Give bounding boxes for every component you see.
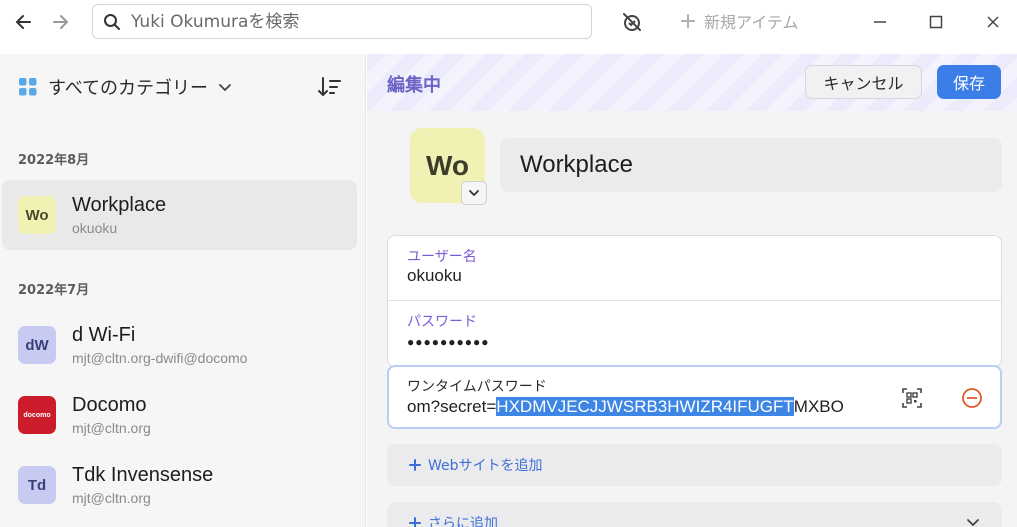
- remove-field-button[interactable]: [961, 387, 983, 414]
- category-selector[interactable]: すべてのカテゴリー: [18, 74, 232, 100]
- otp-suffix: MXBO: [793, 397, 844, 416]
- otp-input[interactable]: om?secret=HXDMVJECJJWSRB3HWIZR4IFUGFTMXB…: [407, 397, 862, 417]
- sort-button[interactable]: [318, 76, 342, 103]
- password-value[interactable]: ●●●●●●●●●●: [407, 335, 489, 349]
- item-subtitle: mjt@cltn.org: [72, 490, 151, 506]
- avatar: dW: [18, 326, 56, 364]
- close-button[interactable]: [983, 12, 1003, 32]
- category-label: すべてのカテゴリー: [48, 78, 209, 99]
- add-website-label: Webサイトを追加: [428, 458, 543, 474]
- add-website-button[interactable]: Webサイトを追加: [387, 444, 1002, 486]
- avatar: Td: [18, 466, 56, 504]
- docomo-logo: docomo: [18, 396, 56, 434]
- plus-icon: [409, 517, 421, 527]
- list-item-dwifi[interactable]: dW d Wi-Fi mjt@cltn.org-dwifi@docomo: [2, 310, 357, 380]
- search-icon: [104, 14, 120, 30]
- title-input[interactable]: [500, 138, 1002, 192]
- edit-bar: 編集中 キャンセル 保存: [367, 54, 1017, 111]
- edit-status-label: 編集中: [387, 75, 441, 96]
- sort-icon: [318, 77, 341, 96]
- group-label-july: 2022年7月: [18, 283, 90, 298]
- maximize-button[interactable]: [926, 12, 946, 32]
- back-button[interactable]: [12, 10, 36, 34]
- item-subtitle: okuoku: [72, 220, 118, 236]
- password-label: パスワード: [407, 314, 477, 330]
- new-item-button[interactable]: 新規アイテム: [680, 9, 798, 33]
- password-field[interactable]: パスワード ●●●●●●●●●●: [388, 301, 1001, 366]
- icon-dropdown-button[interactable]: [461, 181, 487, 205]
- grid-icon: [19, 78, 37, 96]
- item-title: Tdk Invensense: [72, 464, 214, 486]
- qr-scan-button[interactable]: [901, 387, 923, 414]
- item-subtitle: mjt@cltn.org-dwifi@docomo: [72, 350, 248, 366]
- arrow-right-icon: [53, 15, 68, 29]
- new-item-label: 新規アイテム: [704, 13, 799, 32]
- add-more-label: さらに追加: [428, 516, 498, 527]
- username-value[interactable]: okuoku: [407, 266, 462, 286]
- otp-label: ワンタイムパスワード: [407, 379, 547, 395]
- cancel-button[interactable]: キャンセル: [805, 65, 922, 99]
- otp-prefix: om?secret=: [407, 397, 497, 416]
- chevron-down-icon: [967, 519, 979, 527]
- add-more-button[interactable]: さらに追加: [387, 502, 1002, 527]
- avatar: Wo: [18, 196, 56, 234]
- watchtower-off-icon: [623, 13, 641, 31]
- forward-button[interactable]: [48, 10, 72, 34]
- otp-field[interactable]: ワンタイムパスワード om?secret=HXDMVJECJJWSRB3HWIZ…: [387, 365, 1002, 429]
- minimize-icon: [874, 21, 886, 23]
- minus-circle-icon: [962, 388, 982, 408]
- credential-fields: ユーザー名 okuoku パスワード ●●●●●●●●●●: [387, 235, 1002, 367]
- maximize-icon: [929, 15, 943, 29]
- chevron-down-icon: [219, 84, 231, 92]
- item-title: Workplace: [72, 194, 167, 216]
- watchtower-button[interactable]: [620, 10, 644, 39]
- username-label: ユーザー名: [407, 249, 477, 265]
- plus-icon: [409, 459, 421, 471]
- arrow-left-icon: [16, 15, 31, 29]
- list-item-tdk[interactable]: Td Tdk Invensense mjt@cltn.org: [2, 450, 357, 520]
- qr-code-icon: [902, 388, 922, 408]
- otp-selected-text: HXDMVJECJJWSRB3HWIZR4IFUGFT: [496, 397, 794, 416]
- item-subtitle: mjt@cltn.org: [72, 420, 151, 436]
- list-item-docomo[interactable]: docomo Docomo mjt@cltn.org: [2, 380, 357, 450]
- search-box[interactable]: [92, 4, 592, 39]
- toolbar: 新規アイテム: [0, 0, 1017, 44]
- username-field[interactable]: ユーザー名 okuoku: [388, 236, 1001, 301]
- group-label-august: 2022年8月: [18, 153, 90, 168]
- search-input[interactable]: [131, 5, 581, 38]
- save-button[interactable]: 保存: [937, 65, 1001, 99]
- plus-icon: [681, 14, 695, 28]
- close-icon: [987, 16, 999, 28]
- item-editor: 編集中 キャンセル 保存 Wo ユーザー名 okuoku パスワード ●●●●●…: [367, 54, 1017, 527]
- list-item-workplace[interactable]: Wo Workplace okuoku: [2, 180, 357, 250]
- item-title: Docomo: [72, 394, 147, 416]
- chevron-down-icon: [469, 190, 479, 197]
- minimize-button[interactable]: [870, 12, 890, 32]
- item-title: d Wi-Fi: [72, 324, 136, 346]
- sidebar: すべてのカテゴリー 2022年8月 Wo Workplace okuoku 20…: [0, 54, 366, 527]
